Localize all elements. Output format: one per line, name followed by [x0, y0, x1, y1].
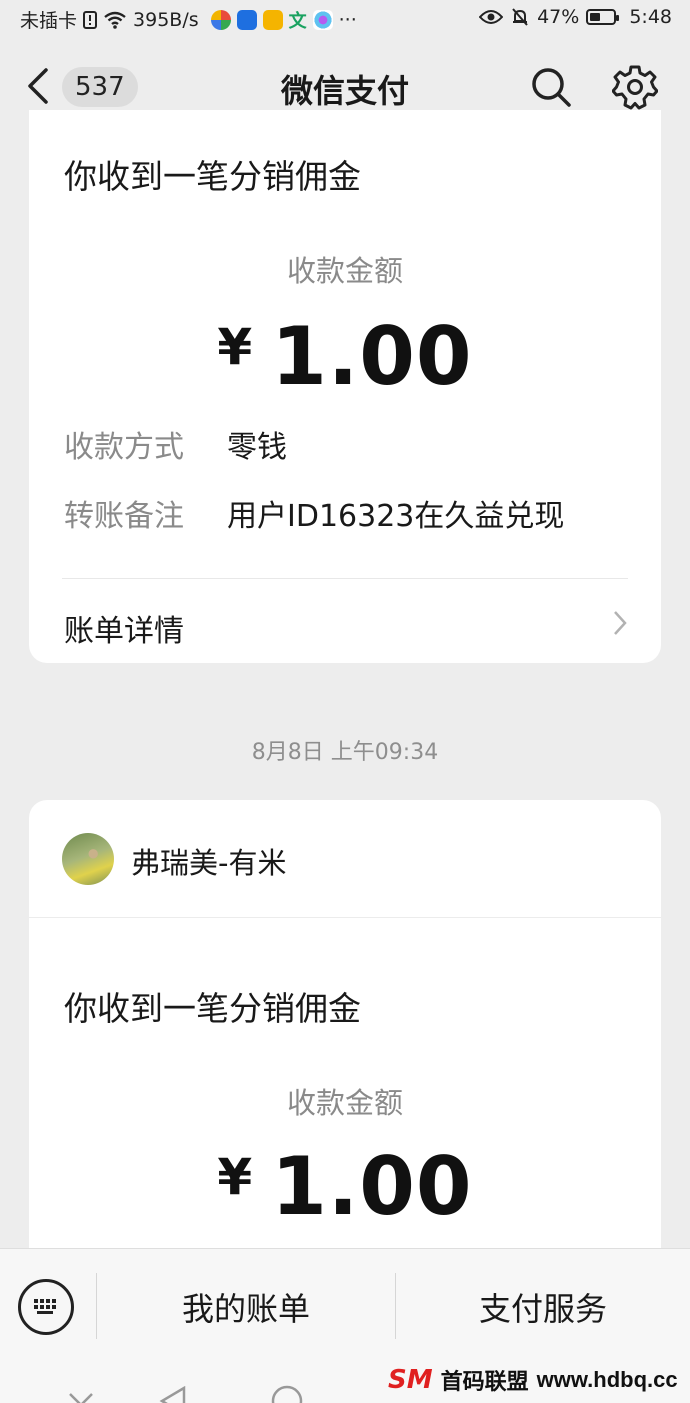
bill-detail-link[interactable]: 账单详情 — [64, 606, 184, 650]
sender-row[interactable]: 弗瑞美-有米 — [29, 800, 661, 918]
page-title: 微信支付 — [280, 72, 409, 110]
more-notifications: ··· — [338, 8, 357, 31]
currency-symbol: ¥ — [217, 318, 254, 376]
amount-value: 1.00 — [271, 1140, 473, 1233]
amount: ¥1.00 — [29, 310, 661, 403]
wifi-icon — [104, 11, 126, 29]
chevron-right-icon — [614, 611, 627, 635]
clock: 5:48 — [629, 6, 672, 28]
gear-icon[interactable] — [612, 64, 658, 110]
pay-service-button[interactable]: 支付服务 — [396, 1279, 690, 1339]
eye-icon — [479, 10, 504, 24]
watermark-logo: SM — [388, 1365, 433, 1395]
payment-card[interactable]: 你收到一笔分销佣金 收款金额 ¥1.00 收款方式 零钱 转账备注 用户ID16… — [29, 110, 661, 663]
method-label: 收款方式 — [64, 430, 184, 465]
square-app-icon — [262, 9, 283, 30]
close-icon[interactable] — [66, 1390, 96, 1403]
bottom-menu-bar: 我的账单 支付服务 — [0, 1248, 690, 1369]
amount: ¥1.00 — [29, 1140, 661, 1233]
home-nav-icon[interactable] — [270, 1384, 304, 1403]
divider — [62, 578, 628, 579]
sim-alert-icon — [83, 10, 98, 29]
battery-percent: 47% — [537, 6, 580, 28]
my-bill-button[interactable]: 我的账单 — [97, 1279, 395, 1339]
watermark: SM 首码联盟 www.hdbq.cc — [388, 1360, 678, 1400]
message-title: 你收到一笔分销佣金 — [64, 157, 361, 196]
note-label: 转账备注 — [64, 499, 184, 534]
payment-card[interactable]: 弗瑞美-有米 你收到一笔分销佣金 收款金额 ¥1.00 — [29, 800, 661, 1270]
carrier-text: 未插卡 — [20, 10, 78, 32]
text-app-icon: 文 — [288, 10, 307, 32]
flower-app-icon — [312, 9, 333, 30]
note-value: 用户ID16323在久益兑现 — [227, 499, 565, 534]
bell-muted-icon — [512, 8, 528, 26]
currency-symbol: ¥ — [217, 1148, 254, 1206]
battery-icon — [586, 9, 620, 25]
shield-app-icon — [236, 9, 257, 30]
method-value: 零钱 — [227, 430, 287, 465]
message-timestamp: 8月8日 上午09:34 — [251, 740, 439, 765]
battery-level — [590, 13, 601, 21]
app-notification-icon — [210, 9, 231, 30]
search-icon[interactable] — [530, 66, 572, 108]
message-title: 你收到一笔分销佣金 — [64, 989, 361, 1028]
watermark-name: 首码联盟 — [440, 1370, 529, 1395]
avatar[interactable] — [62, 833, 114, 885]
amount-label: 收款金额 — [286, 254, 403, 288]
network-speed: 395B/s — [133, 8, 199, 31]
back-nav-icon[interactable] — [158, 1386, 188, 1403]
amount-value: 1.00 — [271, 310, 473, 403]
watermark-url: www.hdbq.cc — [536, 1367, 678, 1392]
keyboard-icon[interactable] — [18, 1279, 74, 1335]
status-bar: 未插卡 395B/s 文 ··· 47% 5:48 — [0, 0, 690, 36]
amount-label: 收款金额 — [286, 1086, 403, 1120]
sender-name: 弗瑞美-有米 — [131, 846, 287, 880]
